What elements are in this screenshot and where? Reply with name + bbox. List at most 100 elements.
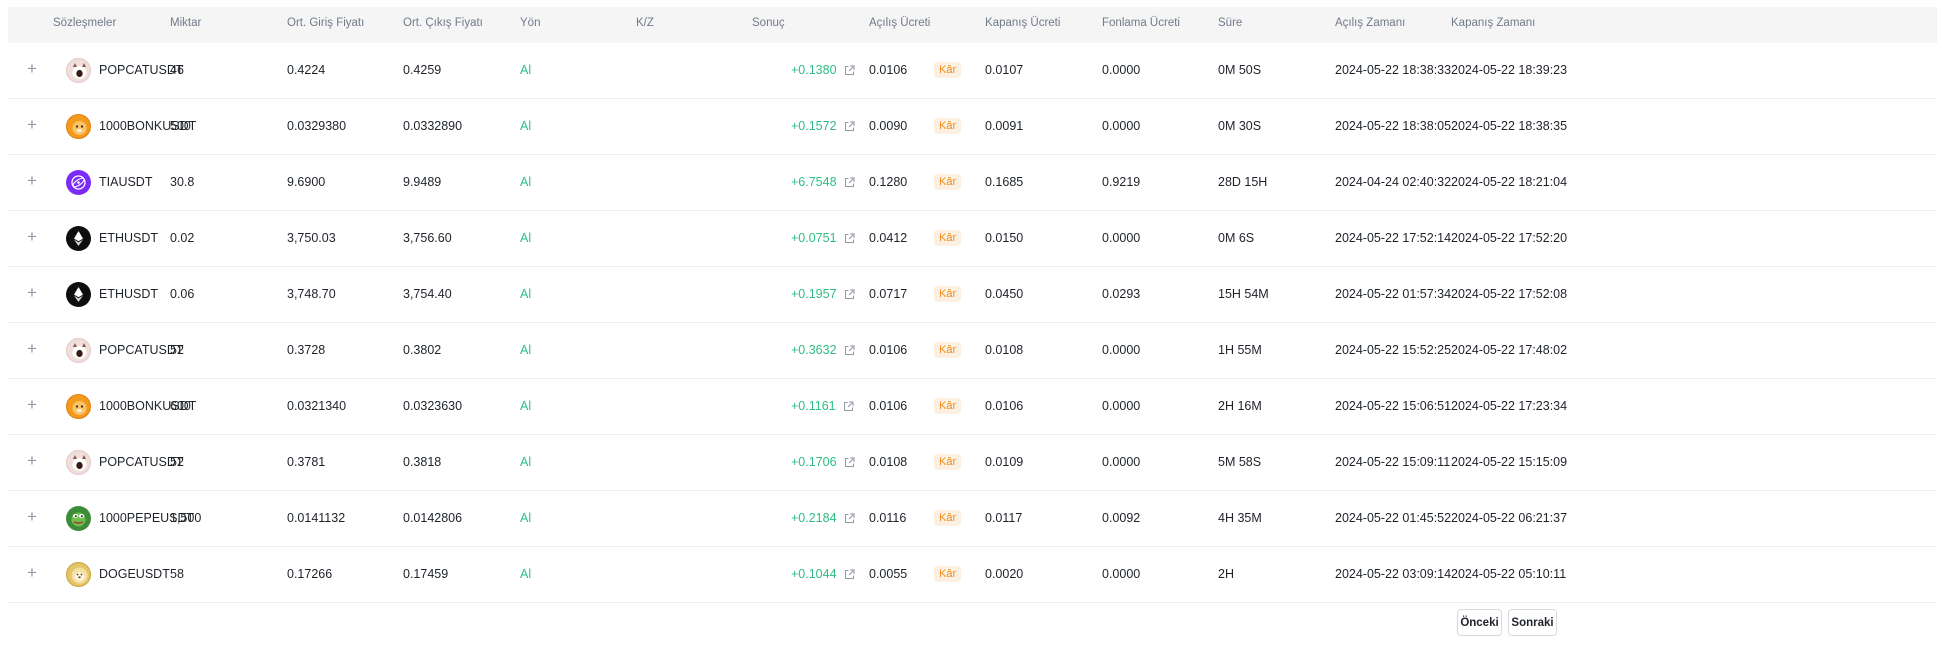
plus-icon[interactable]: + <box>22 171 42 191</box>
side-cell: Al <box>520 567 532 581</box>
doge-coin-icon <box>66 562 91 587</box>
quantity-cell: 52 <box>170 343 184 357</box>
exit-price-cell: 0.0323630 <box>403 399 463 413</box>
external-link-icon[interactable] <box>844 289 855 303</box>
plus-icon[interactable]: + <box>22 115 42 135</box>
quantity-cell: 500 <box>170 119 191 133</box>
col-header-contracts: Sözleşmeler <box>53 17 117 29</box>
external-link-icon[interactable] <box>844 457 855 471</box>
open-fee-cell: 0.0106 <box>869 343 908 357</box>
result-badge: Kâr <box>934 454 962 470</box>
previous-page-button[interactable]: Önceki <box>1457 609 1502 636</box>
external-link-icon[interactable] <box>844 177 855 191</box>
funding-fee-cell: 0.0000 <box>1102 399 1141 413</box>
plus-icon[interactable]: + <box>22 395 42 415</box>
pnl-cell: +0.1957 <box>791 287 855 303</box>
pnl-value: +0.0751 <box>791 231 837 245</box>
col-header-close-fee: Kapanış Ücreti <box>985 17 1061 29</box>
quantity-cell: 46 <box>170 63 184 77</box>
exit-price-cell: 0.3818 <box>403 455 442 469</box>
external-link-icon[interactable] <box>843 401 854 415</box>
table-row: + ETHUSDT 0.06 3,748.70 3,754.40 Al 0.0717 0.04… <box>8 267 1937 323</box>
external-link-icon[interactable] <box>844 513 855 527</box>
quantity-cell: 600 <box>170 399 191 413</box>
side-cell: Al <box>520 175 532 189</box>
pepe-coin-icon <box>66 506 91 531</box>
plus-icon[interactable]: + <box>22 563 42 583</box>
pnl-value: +6.7548 <box>791 175 837 189</box>
col-header-pnl: K/Z <box>636 17 654 29</box>
result-badge: Kâr <box>934 118 962 134</box>
side-cell: Al <box>520 231 532 245</box>
plus-icon[interactable]: + <box>22 507 42 527</box>
open-fee-cell: 0.0055 <box>869 567 908 581</box>
entry-price-cell: 0.3781 <box>287 455 326 469</box>
col-header-funding-fee: Fonlama Ücreti <box>1102 17 1180 29</box>
result-badge: Kâr <box>934 286 962 302</box>
plus-icon[interactable]: + <box>22 283 42 303</box>
close-fee-cell: 0.0150 <box>985 231 1024 245</box>
open-time-cell: 2024-05-22 03:09:14 <box>1335 567 1452 581</box>
plus-icon[interactable]: + <box>22 227 42 247</box>
trade-history-table: Sözleşmeler Miktar Ort. Giriş Fiyatı Ort… <box>8 7 1937 603</box>
close-fee-cell: 0.1685 <box>985 175 1024 189</box>
external-link-icon[interactable] <box>844 569 855 583</box>
pnl-value: +0.3632 <box>791 343 837 357</box>
open-time-cell: 2024-05-22 01:57:34 <box>1335 287 1452 301</box>
side-cell: Al <box>520 63 532 77</box>
open-fee-cell: 0.0106 <box>869 63 908 77</box>
pnl-cell: +0.0751 <box>791 231 855 247</box>
external-link-icon[interactable] <box>844 233 855 247</box>
quantity-cell: 0.06 <box>170 287 195 301</box>
external-link-icon[interactable] <box>844 65 855 79</box>
open-time-cell: 2024-05-22 15:52:25 <box>1335 343 1452 357</box>
exit-price-cell: 3,756.60 <box>403 231 452 245</box>
funding-fee-cell: 0.0000 <box>1102 231 1141 245</box>
close-fee-cell: 0.0117 <box>985 511 1023 525</box>
side-cell: Al <box>520 511 532 525</box>
col-header-result: Sonuç <box>752 17 785 29</box>
funding-fee-cell: 0.0293 <box>1102 287 1141 301</box>
symbol-cell: ETHUSDT <box>99 287 159 301</box>
exit-price-cell: 0.4259 <box>403 63 442 77</box>
close-time-cell: 2024-05-22 06:21:37 <box>1451 511 1568 525</box>
plus-icon[interactable]: + <box>22 59 42 79</box>
open-fee-cell: 0.0116 <box>869 511 907 525</box>
next-page-button[interactable]: Sonraki <box>1508 609 1557 636</box>
eth-coin-icon <box>66 282 91 307</box>
side-cell: Al <box>520 399 532 413</box>
close-fee-cell: 0.0020 <box>985 567 1024 581</box>
table-row: +1000BONKUSDT 600 0.0321340 0.0323630 Al 0.01… <box>8 379 1937 435</box>
plus-icon[interactable]: + <box>22 451 42 471</box>
open-fee-cell: 0.0106 <box>869 399 908 413</box>
funding-fee-cell: 0.9219 <box>1102 175 1141 189</box>
duration-cell: 2H <box>1218 567 1234 581</box>
side-cell: Al <box>520 287 532 301</box>
symbol-cell: TIAUSDT <box>99 175 153 189</box>
table-row: +1000PEPEUSDT 1,500 0.0141132 0.0142806 Al 0.… <box>8 491 1937 547</box>
close-fee-cell: 0.0450 <box>985 287 1024 301</box>
open-time-cell: 2024-05-22 01:45:52 <box>1335 511 1452 525</box>
external-link-icon[interactable] <box>844 345 855 359</box>
entry-price-cell: 3,748.70 <box>287 287 336 301</box>
tia-coin-icon <box>66 170 91 195</box>
result-badge: Kâr <box>934 62 962 78</box>
pnl-cell: +0.1380 <box>791 63 855 79</box>
entry-price-cell: 0.17266 <box>287 567 333 581</box>
close-time-cell: 2024-05-22 18:21:04 <box>1451 175 1568 189</box>
close-fee-cell: 0.0107 <box>985 63 1024 77</box>
entry-price-cell: 0.3728 <box>287 343 326 357</box>
table-body: + POPCATUSDT 46 0.4224 0.4259 Al 0.0106 0.0107 0… <box>8 43 1937 603</box>
symbol-cell: DOGEUSDT <box>99 567 170 581</box>
duration-cell: 0M 50S <box>1218 63 1262 77</box>
plus-icon[interactable]: + <box>22 339 42 359</box>
side-cell: Al <box>520 343 532 357</box>
exit-price-cell: 0.0142806 <box>403 511 463 525</box>
pnl-cell: +0.1572 <box>791 119 855 135</box>
external-link-icon[interactable] <box>844 121 855 135</box>
quantity-cell: 30.8 <box>170 175 195 189</box>
col-header-entry-price: Ort. Giriş Fiyatı <box>287 17 365 29</box>
open-time-cell: 2024-04-24 02:40:32 <box>1335 175 1452 189</box>
exit-price-cell: 0.3802 <box>403 343 442 357</box>
open-fee-cell: 0.0412 <box>869 231 908 245</box>
